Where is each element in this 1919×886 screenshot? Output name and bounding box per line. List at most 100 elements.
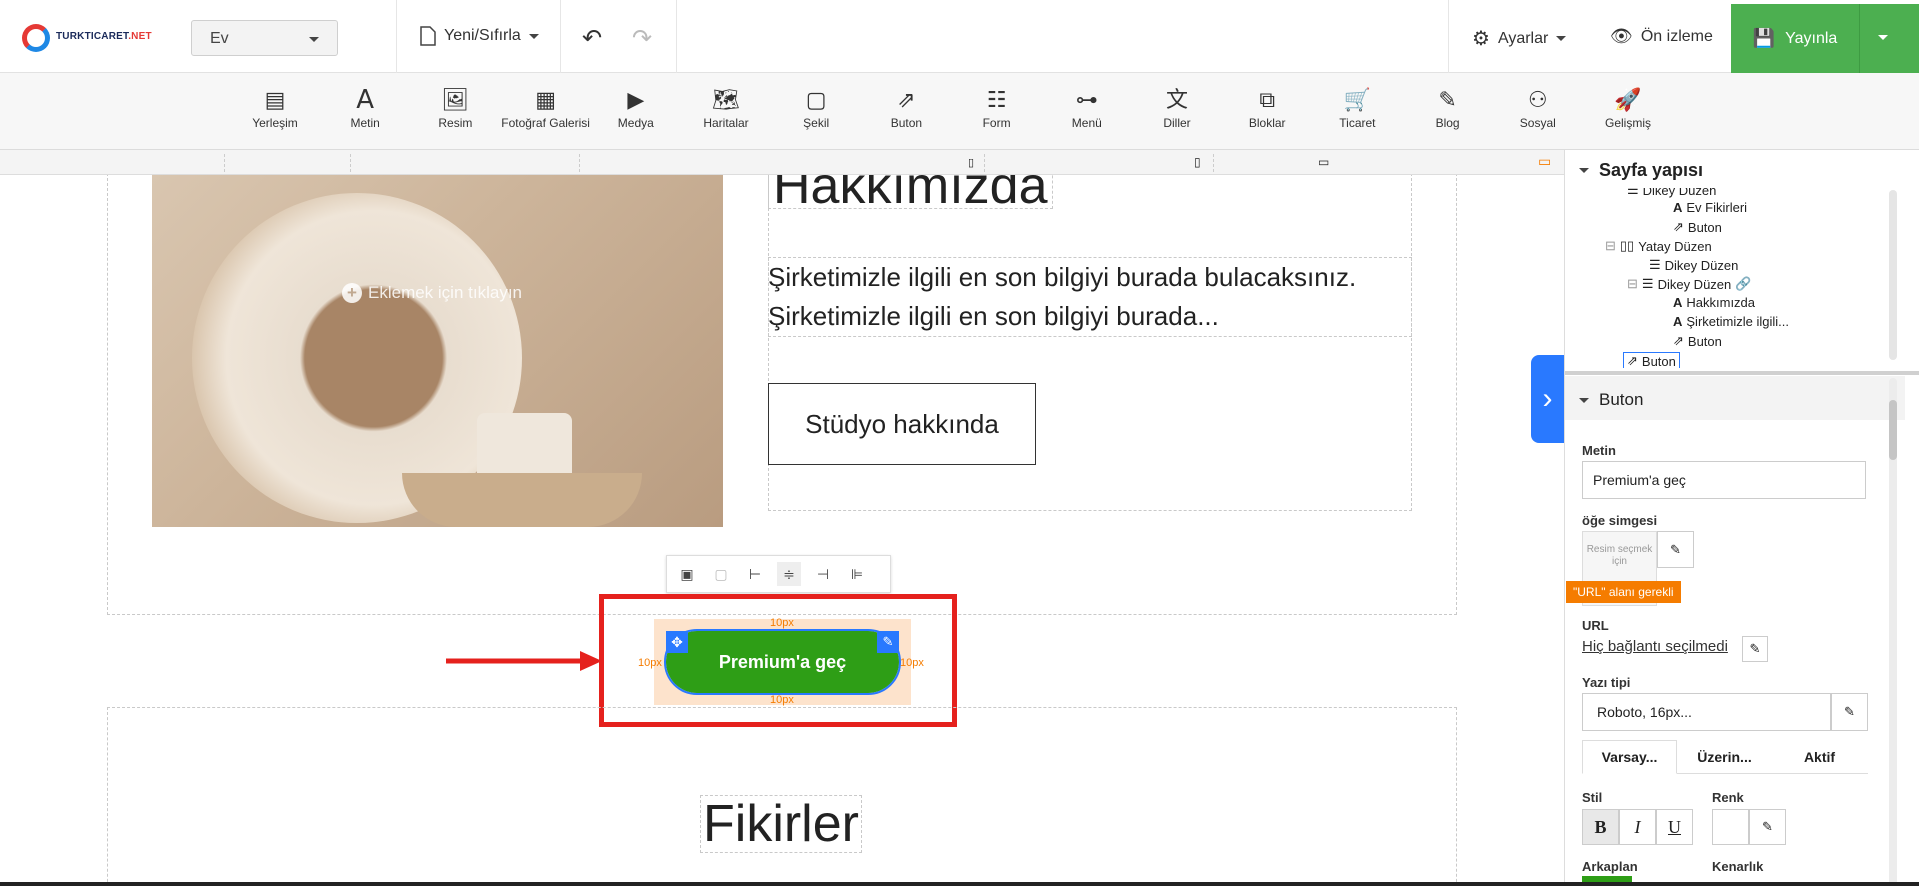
text-icon: A: [1673, 314, 1683, 329]
structure-header[interactable]: Sayfa yapısı: [1579, 160, 1703, 181]
tree-item[interactable]: A Hakkımızda: [1673, 295, 1755, 310]
toolbar-label: Metin: [350, 116, 380, 130]
italic-button[interactable]: I: [1619, 809, 1656, 845]
tab-active[interactable]: Aktif: [1772, 740, 1867, 774]
text-label: Metin: [1582, 443, 1616, 458]
editor-canvas[interactable]: + Eklemek için tıklayın Hakkımızda Şirke…: [0, 175, 1564, 886]
mobile-icon[interactable]: ▯: [968, 156, 974, 169]
text-icon: A: [1673, 295, 1683, 310]
about-heading[interactable]: Hakkımızda: [768, 175, 1053, 209]
font-label: Yazı tipi: [1582, 675, 1631, 690]
tab-default[interactable]: Varsay...: [1582, 740, 1677, 774]
layout-icon: ▤: [264, 87, 286, 113]
toolbar-language-button[interactable]: 文 Diller: [1132, 83, 1222, 130]
align-center-icon[interactable]: ≑: [777, 562, 801, 586]
ideas-heading[interactable]: Fikirler: [700, 795, 862, 853]
text-icon: A: [356, 84, 375, 115]
tree-item[interactable]: ⊟ ☰ Dikey Düzen 🔗: [1627, 276, 1751, 292]
underline-button[interactable]: U: [1656, 809, 1693, 845]
alignment-toolbar: ▣ ▢ ⊢ ≑ ⊣ ⊫: [666, 555, 891, 593]
tree-item[interactable]: ☰ Dikey Düzen: [1649, 257, 1738, 273]
shape-icon: ▢: [805, 87, 827, 113]
about-paragraph-line2: Şirketimizle ilgili en son bilgiyi burad…: [768, 301, 1219, 331]
font-input[interactable]: Roboto, 16px...: [1582, 693, 1831, 731]
gear-icon: ⚙: [1472, 28, 1490, 50]
publish-dropdown-icon[interactable]: [1878, 35, 1888, 40]
studio-button[interactable]: Stüdyo hakkında: [768, 383, 1036, 465]
tree-item[interactable]: ⇗ Buton: [1673, 333, 1722, 349]
background-label: Arkaplan: [1582, 859, 1638, 874]
props-scroll-thumb[interactable]: [1889, 400, 1897, 460]
pencil-icon[interactable]: ✎: [1749, 809, 1786, 845]
props-header[interactable]: Buton: [1579, 390, 1643, 410]
tree-item[interactable]: ☰ Dikey Düzen: [1627, 188, 1716, 198]
element-toolbar: ▤ Yerleşim A Metin 🖼 Resim ▦ Fotoğraf Galerisi ▶…: [0, 73, 1919, 150]
menu-icon: ⊶: [1075, 87, 1098, 113]
button-icon: ⇗: [1627, 353, 1638, 368]
fit-icon[interactable]: ▣: [675, 562, 699, 586]
settings-button[interactable]: ⚙ Ayarlar: [1472, 26, 1567, 51]
pencil-icon[interactable]: ✎: [1742, 636, 1768, 662]
toolbar-shape-button[interactable]: ▢ Şekil: [771, 83, 861, 130]
toolbar-menu-button[interactable]: ⊶ Menü: [1042, 83, 1132, 130]
text-input[interactable]: Premium'a geç: [1582, 461, 1866, 499]
tree-item[interactable]: A Şirketimizle ilgili...: [1673, 314, 1789, 329]
button-icon: ⇗: [1673, 219, 1684, 234]
collapse-icon: [1579, 168, 1589, 173]
tab-hover[interactable]: Üzerin...: [1677, 740, 1772, 774]
desktop-icon[interactable]: ▭: [1538, 153, 1551, 170]
save-icon: 💾: [1752, 28, 1776, 48]
page-select[interactable]: Ev: [191, 20, 338, 56]
publish-button[interactable]: 💾 Yayınla: [1731, 4, 1919, 73]
align-justify-icon[interactable]: ⊫: [845, 562, 869, 586]
toolbar-image-button[interactable]: 🖼 Resim: [410, 83, 500, 130]
color-swatch[interactable]: [1712, 809, 1749, 845]
tree-item[interactable]: ⇗ Buton: [1673, 219, 1722, 235]
toolbar-label: Diller: [1163, 116, 1191, 130]
undo-icon[interactable]: ↶: [582, 24, 602, 53]
toolbar-media-button[interactable]: ▶ Medya: [591, 83, 681, 130]
logo[interactable]: TURKTICARET.NET: [56, 31, 152, 42]
tree-item[interactable]: A Ev Fikirleri: [1673, 200, 1747, 215]
toolbar-rocket-button[interactable]: 🚀 Gelişmiş: [1583, 83, 1673, 130]
style-label: Stil: [1582, 790, 1603, 805]
toolbar-blog-button[interactable]: ✎ Blog: [1403, 83, 1493, 130]
collapse-icon: [1579, 397, 1589, 403]
toolbar-social-button[interactable]: ⚇ Sosyal: [1493, 83, 1583, 130]
bold-button[interactable]: B: [1582, 809, 1619, 845]
toolbar-form-button[interactable]: ☷ Form: [952, 83, 1042, 130]
about-image[interactable]: + Eklemek için tıklayın: [152, 175, 723, 527]
toolbar-text-button[interactable]: A Metin: [320, 83, 410, 130]
panel-toggle-chevron-icon[interactable]: ›: [1531, 355, 1564, 443]
align-left-icon[interactable]: ⊢: [743, 562, 767, 586]
reset-button[interactable]: Yeni/Sıfırla: [420, 26, 539, 46]
toolbar-layout-button[interactable]: ▤ Yerleşim: [230, 83, 320, 130]
toolbar-blocks-button[interactable]: ⧉ Bloklar: [1222, 83, 1312, 130]
tree-item[interactable]: ⊟ ▯▯ Yatay Düzen: [1605, 238, 1712, 254]
url-link[interactable]: Hiç bağlantı seçilmedi: [1582, 638, 1728, 655]
tree-item-selected[interactable]: ⇗ Buton: [1623, 352, 1680, 368]
image-icon: 🖼: [441, 87, 470, 113]
tree-scrollbar[interactable]: [1889, 190, 1897, 360]
horizontal-layout-icon: ▯▯: [1619, 238, 1635, 253]
collapse-icon: ⊟: [1605, 238, 1616, 253]
redo-icon[interactable]: ↷: [632, 24, 652, 53]
tablet-icon[interactable]: ▯: [1194, 155, 1201, 169]
fill-icon[interactable]: ▢: [709, 562, 733, 586]
toolbar-button-button[interactable]: ⇗ Buton: [861, 83, 951, 130]
align-right-icon[interactable]: ⊣: [811, 562, 835, 586]
logo-icon: [22, 24, 50, 52]
arrow-icon: [446, 651, 602, 671]
toolbar-map-button[interactable]: 🗺 Haritalar: [681, 83, 771, 130]
device-ruler: ▯ ▯ ▭ ▭: [0, 150, 1564, 175]
pencil-icon[interactable]: ✎: [1831, 693, 1868, 731]
toolbar-cart-button[interactable]: 🛒 Ticaret: [1312, 83, 1402, 130]
toolbar-label: Blog: [1435, 116, 1460, 130]
toolbar-label: Sosyal: [1519, 116, 1556, 130]
laptop-icon[interactable]: ▭: [1318, 155, 1329, 169]
preview-button[interactable]: 👁 Ön izleme: [1610, 26, 1713, 47]
color-label: Renk: [1712, 790, 1744, 805]
pencil-icon[interactable]: ✎: [1657, 531, 1694, 568]
toolbar-gallery-button[interactable]: ▦ Fotoğraf Galerisi: [501, 83, 591, 130]
toolbar-label: Bloklar: [1248, 116, 1286, 130]
